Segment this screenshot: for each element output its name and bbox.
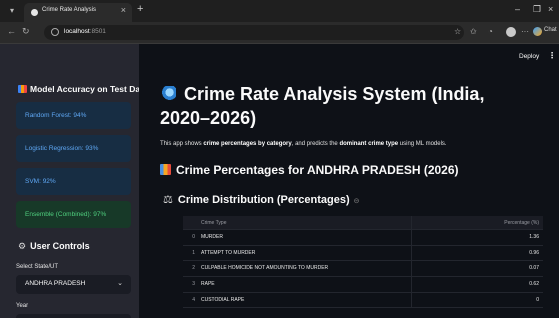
maximize-icon[interactable]: ❐	[533, 4, 541, 15]
window-close-icon[interactable]: ×	[548, 4, 553, 14]
main-menu-icon[interactable]: ⋮	[548, 51, 556, 60]
chevron-down-icon: ⌄	[117, 280, 123, 287]
new-tab-icon[interactable]: +	[137, 3, 143, 15]
chat-label[interactable]: Chat	[544, 27, 557, 33]
year-select[interactable]	[16, 314, 131, 318]
favorites-icon[interactable]: ✩	[470, 27, 477, 36]
magnifier-icon	[160, 86, 176, 102]
main-content: Deploy ⋮ Crime Rate Analysis System (Ind…	[139, 44, 559, 318]
sidebar: Model Accuracy on Test Data Random Fores…	[0, 44, 148, 318]
url-port: :8501	[89, 28, 106, 35]
app-description: This app shows crime percentages by cate…	[160, 141, 447, 147]
metric-ensemble: Ensemble (Combined): 97%	[16, 201, 131, 228]
model-accuracy-heading: Model Accuracy on Test Data	[18, 84, 148, 94]
address-bar: ← ↻ localhost:8501 ☆ ✩ ◔ ··· Chat	[0, 22, 559, 44]
browser-tab[interactable]: Crime Rate Analysis ×	[24, 3, 132, 22]
metric-logistic-regression: Logistic Regression: 93%	[16, 135, 131, 162]
anchor-link-icon[interactable]: ⊝	[354, 198, 360, 205]
section-title: Crime Percentages for ANDHRA PRADESH (20…	[160, 163, 459, 177]
url-host: localhost	[64, 28, 90, 35]
page-title: Crime Rate Analysis System (India, 2020–…	[160, 84, 485, 128]
tab-title: Crime Rate Analysis	[42, 7, 97, 13]
url-field[interactable]: localhost:8501	[44, 25, 464, 40]
table-row[interactable]: 1 ATTEMPT TO MURDER 0.96	[183, 245, 543, 262]
year-label: Year	[16, 303, 29, 309]
column-header-percentage[interactable]: Percentage (%)	[504, 220, 539, 226]
bar-chart-icon	[160, 164, 171, 175]
metric-random-forest: Random Forest: 94%	[16, 102, 131, 129]
browser-tab-bar: ▾ Crime Rate Analysis × + – ❐ ×	[0, 0, 559, 22]
more-icon[interactable]: ···	[521, 27, 529, 36]
history-icon[interactable]: ◔	[488, 27, 493, 36]
deploy-button[interactable]: Deploy	[519, 53, 539, 60]
tab-close-icon[interactable]: ×	[121, 5, 126, 15]
read-aloud-icon[interactable]: ☆	[454, 27, 461, 36]
copilot-icon[interactable]	[533, 27, 542, 36]
crime-table[interactable]: Crime Type Percentage (%) 0 MURDER 1.36 …	[183, 216, 543, 309]
distribution-title: ⚖ Crime Distribution (Percentages) ⊝	[163, 194, 360, 206]
bar-chart-icon	[18, 85, 27, 93]
tab-menu-icon[interactable]: ▾	[6, 5, 18, 17]
minimize-icon[interactable]: –	[515, 4, 520, 14]
scale-icon: ⚖	[163, 194, 173, 206]
reload-icon[interactable]: ↻	[22, 26, 30, 37]
table-row[interactable]: 3 RAPE 0.62	[183, 277, 543, 293]
tab-favicon-icon	[31, 9, 38, 16]
gear-icon: ⚙	[18, 241, 27, 251]
profile-avatar[interactable]	[506, 27, 516, 37]
metric-svm: SVM: 92%	[16, 168, 131, 195]
table-row[interactable]: 4 CUSTODIAL RAPE 0	[183, 292, 543, 309]
back-icon[interactable]: ←	[7, 26, 16, 36]
user-controls-heading: ⚙ User Controls	[18, 241, 90, 251]
state-select-value: ANDHRA PRADESH	[25, 280, 86, 287]
state-select[interactable]: ANDHRA PRADESH ⌄	[16, 275, 131, 294]
state-select-label: Select State/UT	[16, 264, 59, 270]
table-header: Crime Type Percentage (%)	[183, 216, 543, 230]
site-info-icon[interactable]	[51, 28, 59, 36]
column-header-crime-type[interactable]: Crime Type	[201, 220, 226, 226]
table-row[interactable]: 0 MURDER 1.36	[183, 230, 543, 246]
table-row[interactable]: 2 CULPABLE HOMICIDE NOT AMOUNTING TO MUR…	[183, 261, 543, 278]
